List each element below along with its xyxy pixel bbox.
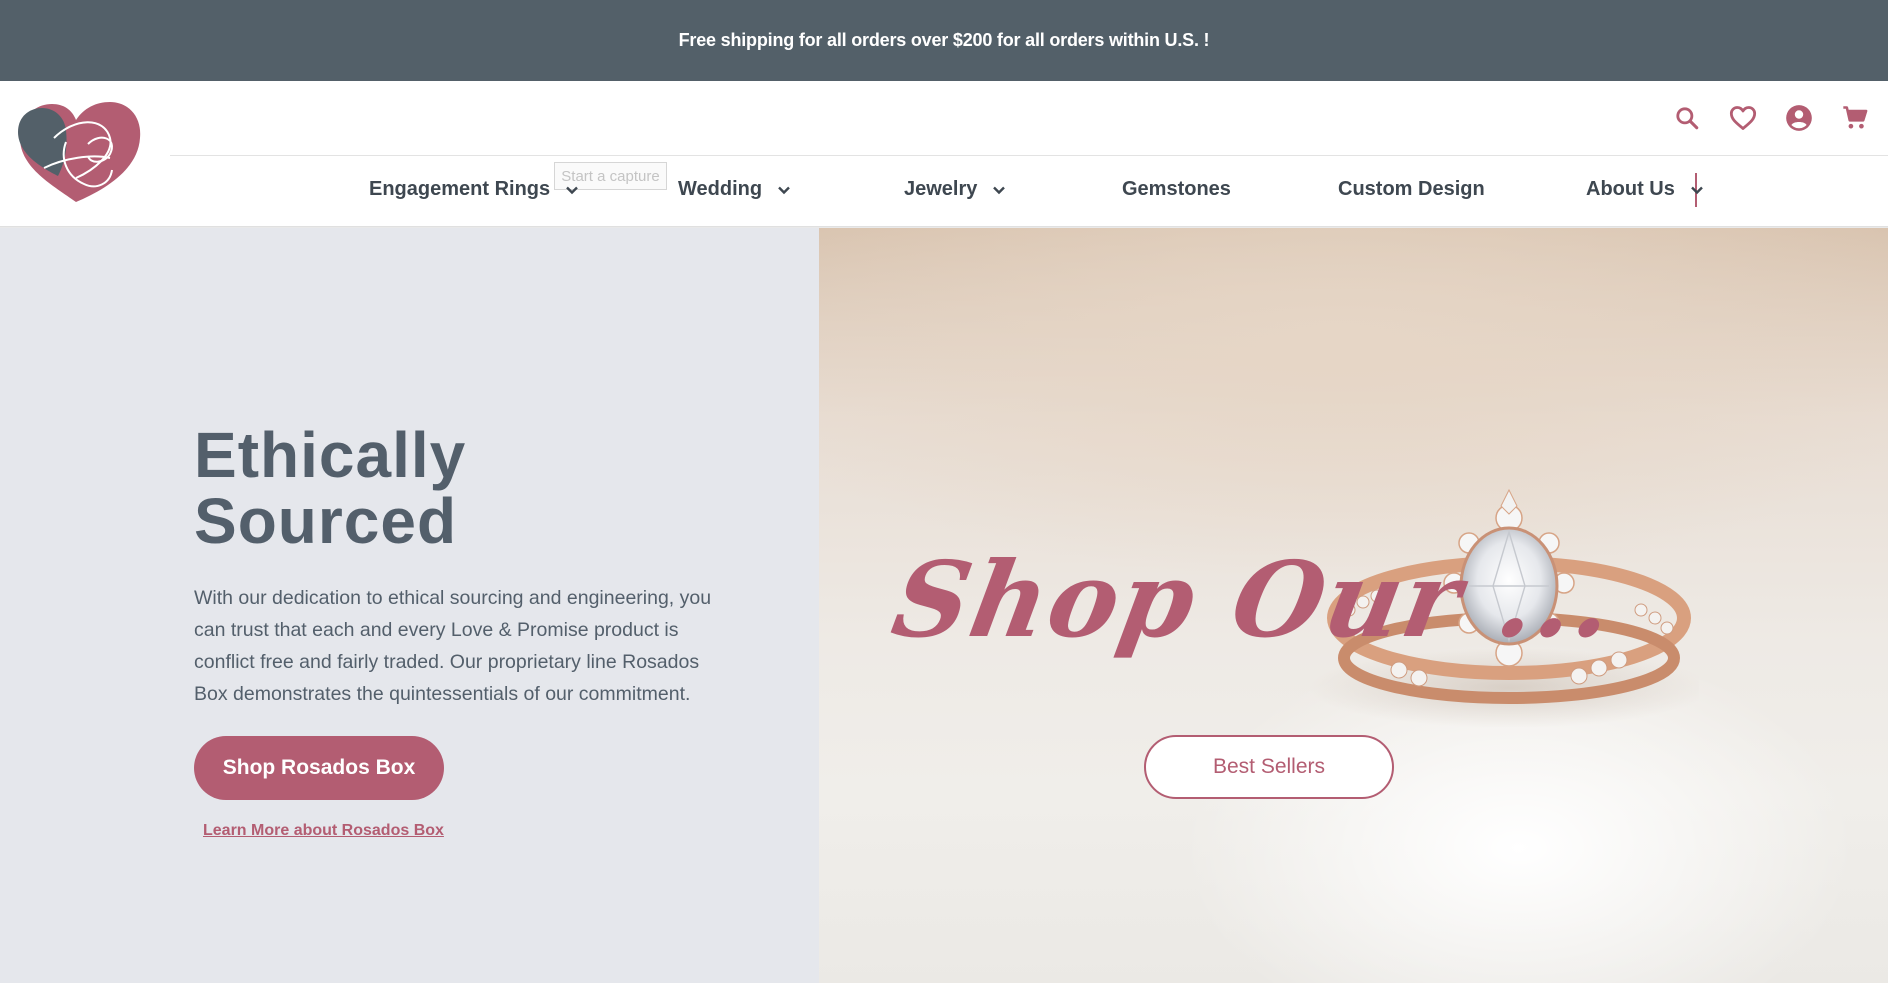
nav-label: Gemstones (1122, 178, 1231, 200)
hero-best-sellers: Shop Our ... Best Sellers (819, 228, 1888, 983)
shop-rosados-box-button[interactable]: Shop Rosados Box (194, 736, 444, 800)
heart-icon[interactable] (1728, 103, 1758, 133)
nav-label: Wedding (678, 178, 763, 200)
nav-label: Custom Design (1338, 178, 1485, 200)
hero-title-line2: Sourced (194, 485, 458, 557)
site-header: Start a capture Engagement Rings Wedding… (0, 81, 1888, 228)
header-icons (1672, 103, 1870, 133)
chevron-down-icon (566, 186, 578, 194)
hero-title: Ethically Sourced (194, 422, 714, 554)
logo[interactable] (14, 98, 148, 210)
hero-description: With our dedication to ethical sourcing … (194, 587, 712, 705)
chevron-down-icon (778, 186, 790, 194)
nav-item-custom-design[interactable]: Custom Design (1338, 178, 1485, 201)
chevron-down-icon (1691, 186, 1703, 194)
nav-item-about-us[interactable]: About Us (1586, 178, 1705, 201)
best-sellers-button[interactable]: Best Sellers (1144, 735, 1394, 799)
nav-item-jewelry[interactable]: Jewelry (904, 178, 1007, 201)
shop-our-script: Shop Our ... (884, 538, 1625, 661)
nav-label: Engagement Rings (369, 178, 551, 200)
nav-label: About Us (1586, 178, 1675, 200)
account-icon[interactable] (1784, 103, 1814, 133)
hero-ethically-sourced: Ethically Sourced With our dedication to… (0, 228, 819, 983)
announcement-text: Free shipping for all orders over $200 f… (678, 30, 1210, 50)
nav-item-wedding[interactable]: Wedding (678, 178, 792, 201)
search-icon[interactable] (1672, 103, 1702, 133)
nav-item-engagement-rings[interactable]: Engagement Rings (369, 178, 580, 201)
nav-label: Jewelry (904, 178, 978, 200)
announcement-bar: Free shipping for all orders over $200 f… (0, 0, 1888, 81)
learn-more-rosados-link[interactable]: Learn More about Rosados Box (203, 822, 444, 840)
chevron-down-icon (993, 186, 1006, 194)
nav-item-gemstones[interactable]: Gemstones (1122, 178, 1231, 201)
cart-icon[interactable] (1840, 103, 1870, 133)
heart-logo-icon (18, 102, 141, 202)
main-nav: Engagement Rings Wedding Jewelry Gemston… (170, 156, 1888, 228)
hero-title-line1: Ethically (194, 419, 467, 491)
